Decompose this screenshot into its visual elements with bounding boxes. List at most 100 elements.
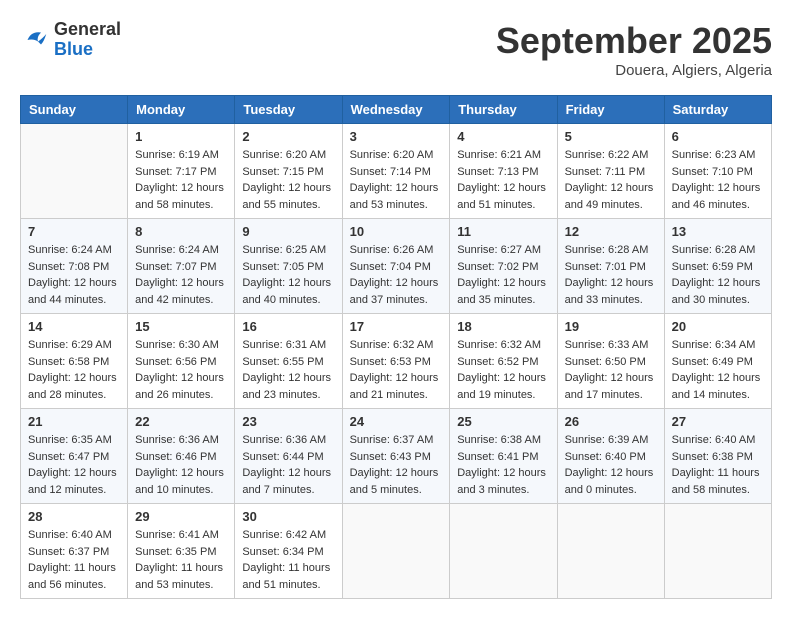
daylight-label: Daylight: 12 hours and 53 minutes. — [350, 182, 439, 211]
sunrise-label: Sunrise: 6:40 AM — [28, 529, 112, 541]
sunrise-label: Sunrise: 6:27 AM — [457, 244, 541, 256]
sunset-label: Sunset: 7:13 PM — [457, 166, 538, 178]
day-number: 17 — [350, 319, 443, 334]
weekday-header-saturday: Saturday — [664, 96, 771, 124]
calendar-cell: 11 Sunrise: 6:27 AM Sunset: 7:02 PM Dayl… — [450, 219, 557, 314]
calendar-cell: 23 Sunrise: 6:36 AM Sunset: 6:44 PM Dayl… — [235, 409, 342, 504]
calendar-cell: 6 Sunrise: 6:23 AM Sunset: 7:10 PM Dayli… — [664, 124, 771, 219]
weekday-header-sunday: Sunday — [21, 96, 128, 124]
day-info: Sunrise: 6:20 AM Sunset: 7:14 PM Dayligh… — [350, 147, 443, 213]
day-number: 9 — [242, 224, 334, 239]
day-info: Sunrise: 6:41 AM Sunset: 6:35 PM Dayligh… — [135, 527, 227, 593]
day-number: 22 — [135, 414, 227, 429]
sunrise-label: Sunrise: 6:39 AM — [565, 434, 649, 446]
day-number: 11 — [457, 224, 549, 239]
calendar-week-row: 21 Sunrise: 6:35 AM Sunset: 6:47 PM Dayl… — [21, 409, 772, 504]
sunrise-label: Sunrise: 6:28 AM — [672, 244, 756, 256]
day-number: 4 — [457, 129, 549, 144]
day-info: Sunrise: 6:40 AM Sunset: 6:37 PM Dayligh… — [28, 527, 120, 593]
logo-text: General Blue — [54, 20, 121, 60]
calendar-cell: 8 Sunrise: 6:24 AM Sunset: 7:07 PM Dayli… — [128, 219, 235, 314]
day-info: Sunrise: 6:31 AM Sunset: 6:55 PM Dayligh… — [242, 337, 334, 403]
day-number: 18 — [457, 319, 549, 334]
daylight-label: Daylight: 11 hours and 56 minutes. — [28, 562, 116, 591]
day-number: 3 — [350, 129, 443, 144]
sunset-label: Sunset: 6:47 PM — [28, 451, 109, 463]
day-number: 15 — [135, 319, 227, 334]
calendar-week-row: 1 Sunrise: 6:19 AM Sunset: 7:17 PM Dayli… — [21, 124, 772, 219]
sunrise-label: Sunrise: 6:36 AM — [242, 434, 326, 446]
daylight-label: Daylight: 12 hours and 30 minutes. — [672, 277, 761, 306]
daylight-label: Daylight: 12 hours and 7 minutes. — [242, 467, 331, 496]
calendar-cell: 12 Sunrise: 6:28 AM Sunset: 7:01 PM Dayl… — [557, 219, 664, 314]
title-block: September 2025 Douera, Algiers, Algeria — [496, 20, 772, 79]
calendar-cell: 10 Sunrise: 6:26 AM Sunset: 7:04 PM Dayl… — [342, 219, 450, 314]
daylight-label: Daylight: 12 hours and 19 minutes. — [457, 372, 546, 401]
calendar-cell: 16 Sunrise: 6:31 AM Sunset: 6:55 PM Dayl… — [235, 314, 342, 409]
sunset-label: Sunset: 6:41 PM — [457, 451, 538, 463]
sunset-label: Sunset: 6:44 PM — [242, 451, 323, 463]
sunrise-label: Sunrise: 6:24 AM — [28, 244, 112, 256]
day-number: 21 — [28, 414, 120, 429]
day-number: 12 — [565, 224, 657, 239]
day-info: Sunrise: 6:32 AM Sunset: 6:53 PM Dayligh… — [350, 337, 443, 403]
daylight-label: Daylight: 12 hours and 17 minutes. — [565, 372, 654, 401]
daylight-label: Daylight: 12 hours and 44 minutes. — [28, 277, 117, 306]
sunset-label: Sunset: 6:46 PM — [135, 451, 216, 463]
sunrise-label: Sunrise: 6:28 AM — [565, 244, 649, 256]
day-info: Sunrise: 6:26 AM Sunset: 7:04 PM Dayligh… — [350, 242, 443, 308]
sunset-label: Sunset: 6:53 PM — [350, 356, 431, 368]
logo: General Blue — [20, 20, 121, 60]
sunrise-label: Sunrise: 6:32 AM — [350, 339, 434, 351]
sunset-label: Sunset: 7:02 PM — [457, 261, 538, 273]
sunrise-label: Sunrise: 6:21 AM — [457, 149, 541, 161]
weekday-header-thursday: Thursday — [450, 96, 557, 124]
day-number: 19 — [565, 319, 657, 334]
daylight-label: Daylight: 12 hours and 10 minutes. — [135, 467, 224, 496]
daylight-label: Daylight: 12 hours and 46 minutes. — [672, 182, 761, 211]
day-number: 29 — [135, 509, 227, 524]
sunset-label: Sunset: 7:01 PM — [565, 261, 646, 273]
daylight-label: Daylight: 12 hours and 3 minutes. — [457, 467, 546, 496]
calendar-subtitle: Douera, Algiers, Algeria — [496, 62, 772, 79]
day-number: 25 — [457, 414, 549, 429]
day-info: Sunrise: 6:23 AM Sunset: 7:10 PM Dayligh… — [672, 147, 764, 213]
day-number: 8 — [135, 224, 227, 239]
sunset-label: Sunset: 7:11 PM — [565, 166, 646, 178]
sunrise-label: Sunrise: 6:19 AM — [135, 149, 219, 161]
sunset-label: Sunset: 6:52 PM — [457, 356, 538, 368]
daylight-label: Daylight: 11 hours and 58 minutes. — [672, 467, 760, 496]
day-number: 28 — [28, 509, 120, 524]
sunrise-label: Sunrise: 6:20 AM — [350, 149, 434, 161]
daylight-label: Daylight: 12 hours and 40 minutes. — [242, 277, 331, 306]
sunset-label: Sunset: 7:04 PM — [350, 261, 431, 273]
sunrise-label: Sunrise: 6:20 AM — [242, 149, 326, 161]
day-info: Sunrise: 6:28 AM Sunset: 6:59 PM Dayligh… — [672, 242, 764, 308]
daylight-label: Daylight: 12 hours and 26 minutes. — [135, 372, 224, 401]
day-info: Sunrise: 6:42 AM Sunset: 6:34 PM Dayligh… — [242, 527, 334, 593]
daylight-label: Daylight: 11 hours and 51 minutes. — [242, 562, 330, 591]
day-info: Sunrise: 6:24 AM Sunset: 7:07 PM Dayligh… — [135, 242, 227, 308]
sunset-label: Sunset: 6:55 PM — [242, 356, 323, 368]
sunrise-label: Sunrise: 6:35 AM — [28, 434, 112, 446]
sunrise-label: Sunrise: 6:31 AM — [242, 339, 326, 351]
sunrise-label: Sunrise: 6:34 AM — [672, 339, 756, 351]
calendar-cell: 20 Sunrise: 6:34 AM Sunset: 6:49 PM Dayl… — [664, 314, 771, 409]
calendar-cell — [21, 124, 128, 219]
day-number: 2 — [242, 129, 334, 144]
daylight-label: Daylight: 12 hours and 28 minutes. — [28, 372, 117, 401]
day-info: Sunrise: 6:34 AM Sunset: 6:49 PM Dayligh… — [672, 337, 764, 403]
day-info: Sunrise: 6:33 AM Sunset: 6:50 PM Dayligh… — [565, 337, 657, 403]
calendar-week-row: 14 Sunrise: 6:29 AM Sunset: 6:58 PM Dayl… — [21, 314, 772, 409]
calendar-cell — [342, 504, 450, 599]
day-info: Sunrise: 6:37 AM Sunset: 6:43 PM Dayligh… — [350, 432, 443, 498]
sunrise-label: Sunrise: 6:38 AM — [457, 434, 541, 446]
calendar-cell — [450, 504, 557, 599]
calendar-cell: 27 Sunrise: 6:40 AM Sunset: 6:38 PM Dayl… — [664, 409, 771, 504]
sunrise-label: Sunrise: 6:22 AM — [565, 149, 649, 161]
calendar-cell: 13 Sunrise: 6:28 AM Sunset: 6:59 PM Dayl… — [664, 219, 771, 314]
calendar-cell: 22 Sunrise: 6:36 AM Sunset: 6:46 PM Dayl… — [128, 409, 235, 504]
day-info: Sunrise: 6:20 AM Sunset: 7:15 PM Dayligh… — [242, 147, 334, 213]
daylight-label: Daylight: 12 hours and 55 minutes. — [242, 182, 331, 211]
day-info: Sunrise: 6:36 AM Sunset: 6:44 PM Dayligh… — [242, 432, 334, 498]
